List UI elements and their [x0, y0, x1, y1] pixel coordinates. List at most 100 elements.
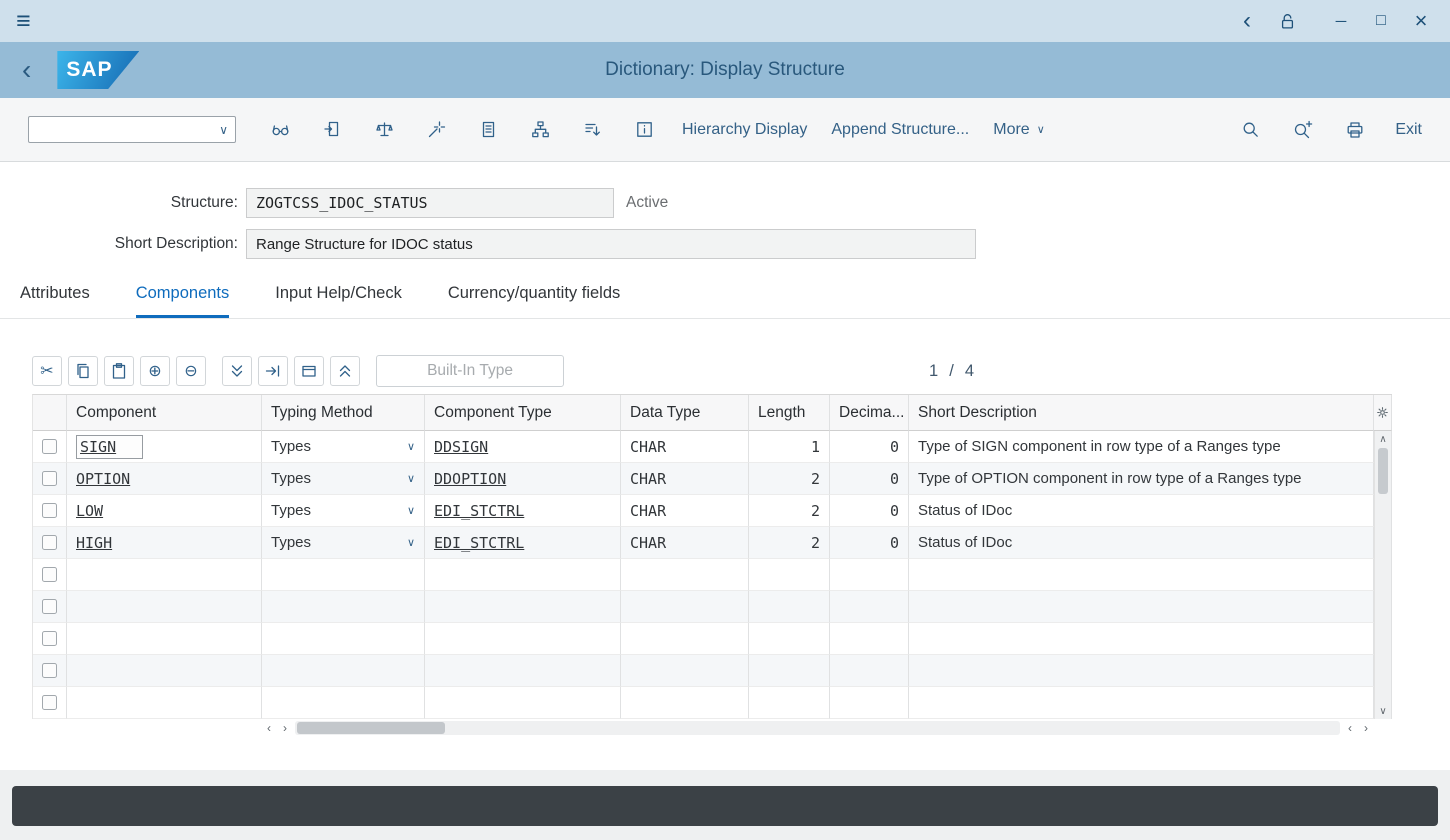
more-menu-button[interactable]: More∨ [981, 121, 1057, 139]
search-icon[interactable] [1234, 113, 1268, 147]
menu-icon[interactable]: ≡ [16, 9, 31, 34]
search-more-icon[interactable] [1286, 113, 1320, 147]
scroll-up-icon[interactable]: ∧ [1375, 431, 1391, 447]
vertical-scroll-track[interactable]: ∧ ∨ [1374, 431, 1392, 719]
typing-method-dropdown[interactable]: Types∨ [262, 463, 425, 495]
sap-logo-text: SAP [66, 58, 112, 82]
chevron-down-icon: ∨ [407, 440, 415, 453]
table-row-empty [33, 559, 1374, 591]
scroll-down-icon[interactable]: ∨ [1375, 703, 1391, 719]
component-type-link[interactable]: EDI_STCTRL [434, 534, 524, 552]
tab-components[interactable]: Components [136, 284, 230, 318]
lock-icon[interactable] [1274, 8, 1300, 34]
structure-field[interactable]: ZOGTCSS_IDOC_STATUS [246, 188, 614, 218]
short-description-field[interactable]: Range Structure for IDOC status [246, 229, 976, 259]
row-select-checkbox[interactable] [42, 631, 57, 646]
delete-row-button[interactable]: ⊖ [176, 356, 206, 386]
sort-button[interactable] [575, 113, 609, 147]
component-type-link[interactable]: DDOPTION [434, 470, 506, 488]
paste-button[interactable] [104, 356, 134, 386]
chevron-down-icon: ∨ [407, 472, 415, 485]
built-in-type-button[interactable]: Built-In Type [376, 355, 564, 387]
chevron-down-icon[interactable]: ∨ [212, 123, 235, 137]
move-entry-button[interactable] [258, 356, 288, 386]
app-header: ‹ SAP Dictionary: Display Structure [0, 42, 1450, 98]
row-select-checkbox[interactable] [42, 663, 57, 678]
print-icon[interactable] [1338, 113, 1372, 147]
typing-method-dropdown[interactable]: Types∨ [262, 495, 425, 527]
chevron-down-icon: ∨ [407, 536, 415, 549]
runtime-object-button[interactable] [471, 113, 505, 147]
cut-button[interactable]: ✂ [32, 356, 62, 386]
table-row-empty [33, 687, 1374, 719]
row-select-checkbox[interactable] [42, 567, 57, 582]
short-description-cell: Type of OPTION component in row type of … [909, 463, 1374, 495]
insert-row-icon: ⊕ [148, 361, 161, 381]
tab-currency-quantity-fields[interactable]: Currency/quantity fields [448, 284, 620, 318]
table-row: HIGH Types∨ EDI_STCTRL CHAR 2 0 Status o… [33, 527, 1374, 559]
component-type-link[interactable]: EDI_STCTRL [434, 502, 524, 520]
table-row-empty [33, 623, 1374, 655]
main-content: Structure: ZOGTCSS_IDOC_STATUS Active Sh… [0, 162, 1450, 770]
tab-input-help-check[interactable]: Input Help/Check [275, 284, 402, 318]
scroll-left-icon[interactable]: ‹ [261, 720, 277, 736]
row-select-checkbox[interactable] [42, 695, 57, 710]
copy-object-button[interactable] [315, 113, 349, 147]
scroll-right-icon[interactable]: › [277, 720, 293, 736]
row-select-checkbox[interactable] [42, 439, 57, 454]
length-cell: 2 [749, 527, 830, 559]
component-link[interactable]: OPTION [76, 470, 130, 488]
append-structure-button[interactable]: Append Structure... [819, 121, 981, 139]
decimals-cell: 0 [830, 463, 909, 495]
table-header-row: Component Typing Method Component Type D… [33, 395, 1374, 431]
window-controls: ‹ ─ □ × [1234, 8, 1434, 34]
activate-button[interactable] [419, 113, 453, 147]
decimals-cell: 0 [830, 431, 909, 463]
horizontal-scroll-thumb[interactable] [297, 722, 445, 734]
header-component-type: Component Type [425, 395, 621, 431]
select-block-button[interactable] [294, 356, 324, 386]
minimize-icon[interactable]: ─ [1328, 8, 1354, 34]
component-link[interactable]: LOW [76, 502, 103, 520]
data-type-cell: CHAR [621, 495, 749, 527]
structure-label: Structure: [0, 194, 238, 212]
command-field[interactable]: ∨ [28, 116, 236, 143]
display-change-button[interactable] [263, 113, 297, 147]
component-type-link[interactable]: DDSIGN [434, 438, 488, 456]
collapse-all-button[interactable] [330, 356, 360, 386]
back-icon[interactable]: ‹ [1234, 8, 1260, 34]
component-link[interactable]: SIGN [80, 438, 116, 456]
scroll-right-icon[interactable]: › [1358, 720, 1374, 736]
row-select-checkbox[interactable] [42, 503, 57, 518]
close-icon[interactable]: × [1408, 8, 1434, 34]
compare-button[interactable] [367, 113, 401, 147]
row-select-checkbox[interactable] [42, 535, 57, 550]
horizontal-scroll-track[interactable] [295, 721, 1340, 735]
data-type-cell: CHAR [621, 527, 749, 559]
expand-all-button[interactable] [222, 356, 252, 386]
maximize-icon[interactable]: □ [1368, 8, 1394, 34]
scrollbar-corner [1374, 719, 1392, 737]
typing-method-dropdown[interactable]: Types∨ [262, 527, 425, 559]
hierarchy-display-button[interactable]: Hierarchy Display [670, 121, 819, 139]
vertical-scroll-thumb[interactable] [1378, 448, 1388, 494]
tab-attributes[interactable]: Attributes [20, 284, 90, 318]
copy-button[interactable] [68, 356, 98, 386]
row-select-checkbox[interactable] [42, 471, 57, 486]
length-cell: 2 [749, 495, 830, 527]
navigate-back-icon[interactable]: ‹ [22, 56, 31, 84]
typing-method-value: Types [271, 502, 311, 519]
hierarchy-button[interactable] [523, 113, 557, 147]
scroll-left-icon[interactable]: ‹ [1342, 720, 1358, 736]
vertical-scrollbar: ∧ ∨ [1374, 395, 1392, 719]
typing-method-dropdown[interactable]: Types∨ [262, 431, 425, 463]
data-type-cell: CHAR [621, 431, 749, 463]
component-link[interactable]: HIGH [76, 534, 112, 552]
pager-total: 4 [965, 362, 974, 381]
insert-row-button[interactable]: ⊕ [140, 356, 170, 386]
row-select-checkbox[interactable] [42, 599, 57, 614]
table-settings-icon[interactable] [1374, 395, 1392, 431]
information-button[interactable] [627, 113, 661, 147]
exit-button[interactable]: Exit [1395, 121, 1422, 139]
table-row-empty [33, 655, 1374, 687]
